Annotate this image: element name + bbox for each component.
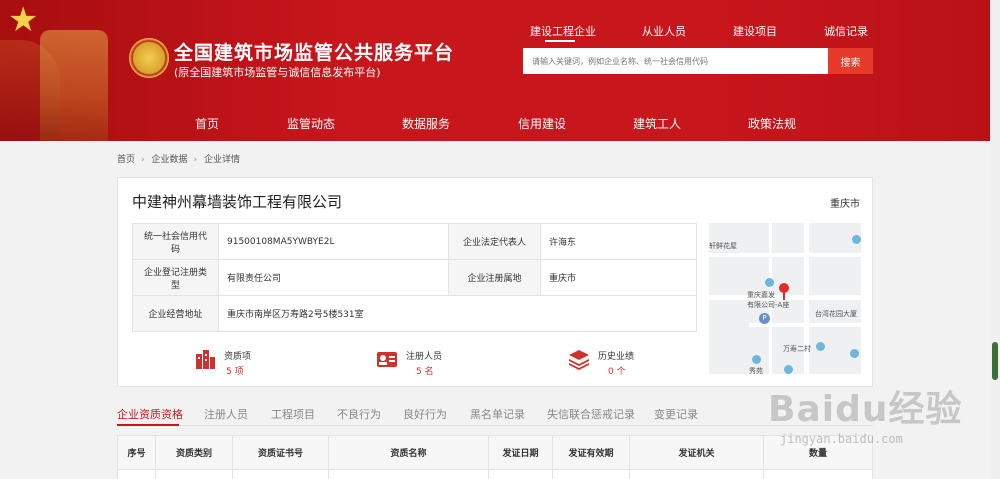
table-row (117, 469, 873, 479)
search-input[interactable] (523, 48, 828, 74)
nav-credit[interactable]: 信用建设 (518, 115, 566, 132)
company-info-table: 统一社会信用代码 91500108MA5YWBYE2L 企业法定代表人 许海东 … (132, 223, 697, 332)
map-poi-icon (852, 235, 861, 244)
stat-label: 资质项 (224, 352, 252, 362)
location-pin-icon (779, 283, 789, 300)
chevron-right-icon: › (193, 155, 198, 165)
location-map[interactable]: 轩鲜花屋 重庆嘉发 有限公司-A座 台湾花园大厦 万寿二村 秀苑 P (709, 223, 861, 374)
active-tab-indicator (117, 424, 179, 426)
column-header: 资质类别 (155, 435, 233, 470)
info-value-reg-place: 重庆市 (540, 259, 697, 296)
tab-registered-personnel[interactable]: 注册人员 (204, 406, 248, 422)
site-subtitle: (原全国建筑市场监管与诚信信息发布平台) (174, 66, 381, 79)
stat-qualifications[interactable]: 资质项 5 项 (194, 343, 344, 383)
tab-change-records[interactable]: 变更记录 (654, 406, 698, 422)
tab-projects[interactable]: 工程项目 (271, 406, 315, 422)
table-row: 企业经营地址 重庆市南岸区万寿路2号5楼531室 (132, 295, 697, 332)
breadcrumb-enterprise-data[interactable]: 企业数据 (152, 155, 188, 165)
map-label: 台湾花园大厦 (815, 310, 857, 318)
qualification-table: 序号 资质类别 资质证书号 资质名称 发证日期 发证有效期 发证机关 数量 (117, 435, 873, 479)
stat-label: 注册人员 (406, 352, 443, 362)
nav-home[interactable]: 首页 (195, 115, 219, 132)
company-card: 中建神州幕墙装饰工程有限公司 重庆市 统一社会信用代码 91500108MA5Y… (117, 177, 873, 387)
tab-bad-conduct[interactable]: 不良行为 (337, 406, 381, 422)
top-tab-enterprise[interactable]: 建设工程企业 (530, 23, 596, 42)
breadcrumb-enterprise-detail: 企业详情 (204, 155, 241, 165)
breadcrumb-home[interactable]: 首页 (117, 155, 135, 165)
star-icon: ★ (8, 0, 39, 40)
breadcrumb: 首页 › 企业数据 › 企业详情 (117, 152, 244, 165)
info-label: 统一社会信用代码 (132, 223, 219, 260)
site-header: ★ 全国建筑市场监管公共服务平台 (原全国建筑市场监管与诚信信息发布平台) 建设… (0, 0, 1000, 141)
info-value-reg-type: 有限责任公司 (218, 259, 449, 296)
top-tab-personnel[interactable]: 从业人员 (642, 23, 686, 39)
column-header: 数量 (763, 435, 873, 470)
top-tab-project[interactable]: 建设项目 (733, 23, 777, 39)
column-header: 资质证书号 (232, 435, 329, 470)
page-scrollbar[interactable] (990, 0, 1000, 479)
top-category-tabs: 建设工程企业 从业人员 建设项目 诚信记录 (520, 23, 880, 43)
detail-tabs: 企业资质资格 注册人员 工程项目 不良行为 良好行为 黑名单记录 失信联合惩戒记… (117, 400, 873, 426)
stat-value: 5 名 (416, 367, 434, 377)
map-label: 轩鲜花屋 (709, 242, 737, 250)
stat-value: 0 个 (608, 367, 626, 377)
parking-icon: P (759, 313, 770, 324)
id-card-icon (377, 352, 397, 367)
building-icon (196, 350, 215, 369)
tab-joint-discipline[interactable]: 失信联合惩戒记录 (547, 406, 635, 422)
info-label: 企业注册属地 (448, 259, 541, 296)
stat-value: 5 项 (226, 367, 244, 377)
site-title[interactable]: 全国建筑市场监管公共服务平台 (174, 38, 454, 65)
column-header: 资质名称 (328, 435, 489, 470)
table-header-row: 序号 资质类别 资质证书号 资质名称 发证日期 发证有效期 发证机关 数量 (117, 435, 873, 470)
info-value-credit-code: 91500108MA5YWBYE2L (218, 223, 449, 260)
map-poi-icon (784, 365, 793, 374)
tab-blacklist[interactable]: 黑名单记录 (470, 406, 525, 422)
info-value-legal-rep: 许海东 (540, 223, 697, 260)
nav-data-service[interactable]: 数据服务 (402, 115, 450, 132)
map-poi-icon (752, 355, 761, 364)
map-label: 重庆嘉发 (747, 291, 775, 299)
header-banner: ★ 全国建筑市场监管公共服务平台 (原全国建筑市场监管与诚信信息发布平台) 建设… (0, 0, 1000, 141)
tab-qualifications[interactable]: 企业资质资格 (117, 406, 183, 422)
info-value-address: 重庆市南岸区万寿路2号5楼531室 (218, 295, 697, 332)
company-stats: 资质项 5 项 注册人员 5 名 历史业绩 0 个 (118, 343, 708, 383)
column-header: 发证有效期 (552, 435, 630, 470)
national-emblem-logo (129, 38, 169, 78)
map-poi-icon (816, 342, 825, 351)
main-nav: 首页 监管动态 数据服务 信用建设 建筑工人 政策法规 (0, 101, 1000, 141)
map-label: 有限公司-A座 (747, 301, 790, 309)
info-label: 企业经营地址 (132, 295, 219, 332)
stat-project-history[interactable]: 历史业绩 0 个 (568, 343, 718, 383)
nav-workers[interactable]: 建筑工人 (633, 115, 681, 132)
tab-good-conduct[interactable]: 良好行为 (403, 406, 447, 422)
info-label: 企业登记注册类型 (132, 259, 219, 296)
column-header: 序号 (117, 435, 156, 470)
top-tab-credit[interactable]: 诚信记录 (824, 23, 868, 39)
map-label: 万寿二村 (783, 345, 811, 353)
map-road (709, 253, 861, 257)
stat-registered-personnel[interactable]: 注册人员 5 名 (376, 343, 526, 383)
table-row: 统一社会信用代码 91500108MA5YWBYE2L 企业法定代表人 许海东 (132, 223, 697, 260)
nav-policy[interactable]: 政策法规 (748, 115, 796, 132)
stat-label: 历史业绩 (598, 352, 635, 362)
nav-regulation-news[interactable]: 监管动态 (287, 115, 335, 132)
map-poi-icon (765, 278, 774, 287)
company-name: 中建神州幕墙装饰工程有限公司 (132, 193, 343, 211)
search-button[interactable]: 搜索 (828, 48, 873, 74)
info-label: 企业法定代表人 (448, 223, 541, 260)
layers-icon (569, 350, 589, 370)
table-row: 企业登记注册类型 有限责任公司 企业注册属地 重庆市 (132, 259, 697, 296)
scrollbar-thumb[interactable] (992, 342, 998, 380)
company-city: 重庆市 (830, 199, 860, 210)
map-label: 秀苑 (749, 367, 763, 374)
column-header: 发证日期 (488, 435, 553, 470)
map-poi-icon (850, 349, 859, 358)
chevron-right-icon: › (141, 155, 145, 165)
column-header: 发证机关 (629, 435, 764, 470)
